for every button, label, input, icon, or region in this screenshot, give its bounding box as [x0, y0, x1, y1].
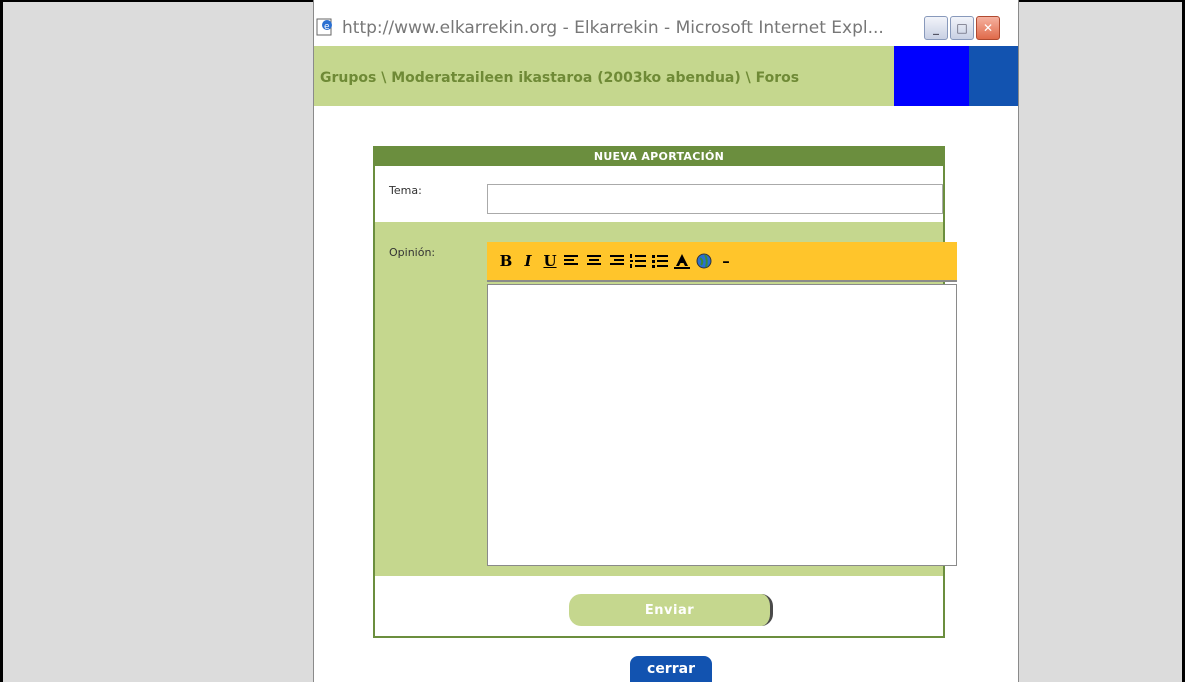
opinion-textarea[interactable] — [487, 284, 957, 566]
tema-row: Tema: — [375, 166, 943, 222]
tema-label: Tema: — [389, 184, 422, 197]
align-right-icon[interactable] — [607, 252, 625, 270]
minimize-button[interactable]: _ — [924, 16, 948, 40]
form-header: NUEVA APORTACIÓN — [375, 148, 943, 166]
screen-left-border — [0, 0, 3, 682]
maximize-button[interactable]: □ — [950, 16, 974, 40]
new-post-form: NUEVA APORTACIÓN Tema: Opinión: B I U – … — [373, 146, 957, 638]
window-titlebar[interactable]: e http://www.elkarrekin.org - Elkarrekin… — [314, 8, 1018, 46]
text-color-icon[interactable] — [673, 252, 691, 270]
underline-button[interactable]: U — [541, 252, 559, 270]
internet-explorer-icon: e — [316, 18, 334, 36]
numbered-list-icon[interactable] — [629, 252, 647, 270]
italic-button[interactable]: I — [519, 252, 537, 270]
popup-window: e http://www.elkarrekin.org - Elkarrekin… — [313, 0, 1019, 682]
send-button[interactable]: Enviar — [569, 594, 773, 626]
insert-link-globe-icon[interactable] — [695, 252, 713, 270]
opinion-label: Opinión: — [389, 246, 436, 259]
submit-row: Enviar — [375, 576, 943, 636]
close-button[interactable]: cerrar — [630, 656, 712, 682]
decorative-blue-block — [894, 46, 969, 106]
align-center-icon[interactable] — [585, 252, 603, 270]
horizontal-rule-button[interactable]: – — [717, 252, 735, 270]
decorative-blue-block-dark — [969, 46, 1018, 106]
rich-text-editor: B I U – — [487, 242, 957, 566]
svg-text:e: e — [324, 22, 330, 32]
bold-button[interactable]: B — [497, 252, 515, 270]
align-left-icon[interactable] — [563, 252, 581, 270]
window-title: http://www.elkarrekin.org - Elkarrekin -… — [342, 18, 884, 38]
close-window-button[interactable]: ✕ — [976, 16, 1000, 40]
opinion-row: Opinión: B I U – — [375, 222, 957, 576]
editor-toolbar: B I U – — [487, 242, 957, 282]
bullet-list-icon[interactable] — [651, 252, 669, 270]
tema-input[interactable] — [487, 184, 943, 214]
breadcrumb: Grupos \ Moderatzaileen ikastaroa (2003k… — [314, 46, 1018, 106]
breadcrumb-text[interactable]: Grupos \ Moderatzaileen ikastaroa (2003k… — [320, 70, 799, 86]
